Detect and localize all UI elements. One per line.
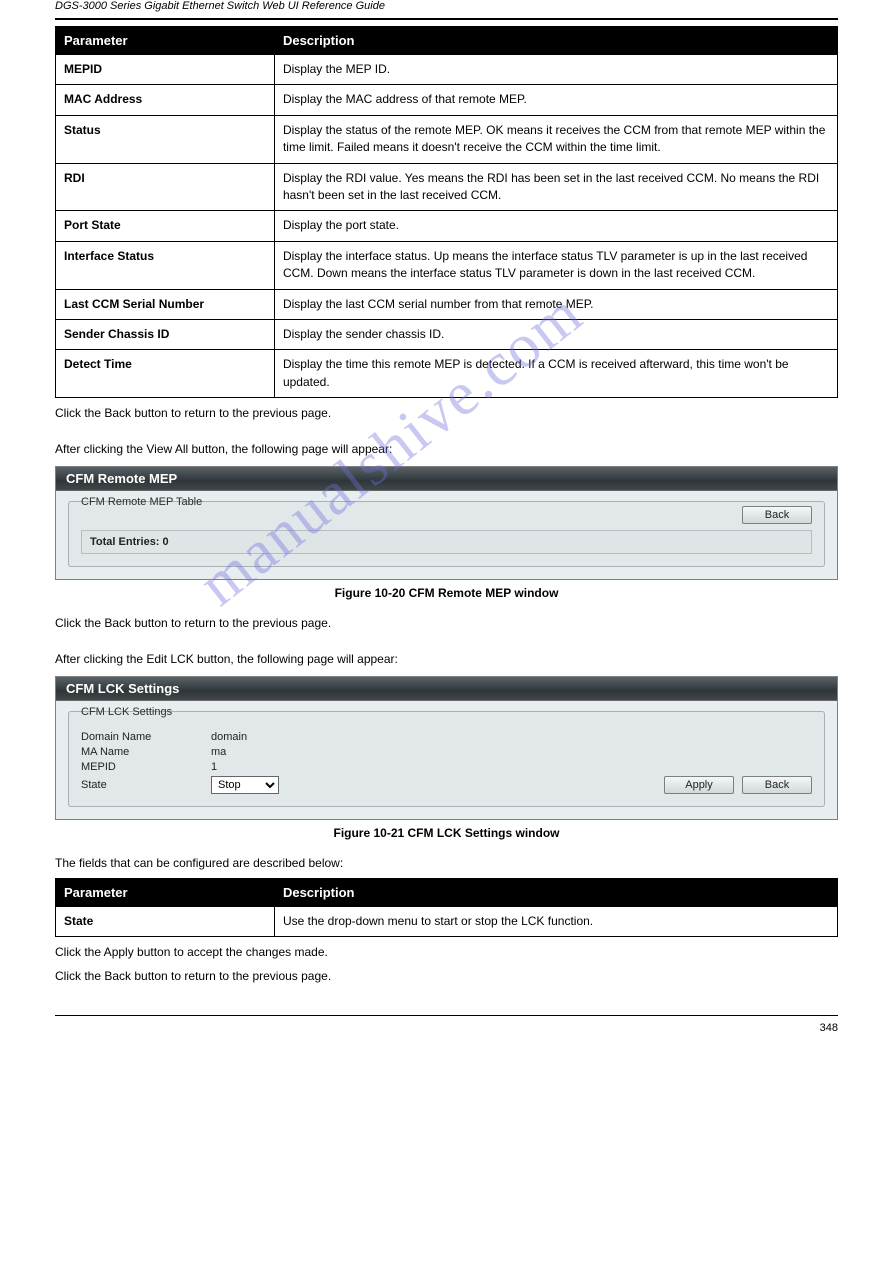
text-back-1: Click the Back button to return to the p… <box>55 404 838 422</box>
text-back-3: Click the Back button to return to the p… <box>55 967 838 985</box>
table-row: Sender Chassis IDDisplay the sender chas… <box>56 319 838 349</box>
cfm-remote-mep-panel: CFM Remote MEP CFM Remote MEP Table Back… <box>55 466 838 580</box>
figure-caption-2: Figure 10-21 CFM LCK Settings window <box>55 826 838 840</box>
text-back-2: Click the Back button to return to the p… <box>55 614 838 632</box>
state-select[interactable]: Stop <box>211 776 279 794</box>
table-row: Port StateDisplay the port state. <box>56 211 838 241</box>
domain-name-label: Domain Name <box>81 731 211 743</box>
back-button[interactable]: Back <box>742 506 812 524</box>
table-row: RDIDisplay the RDI value. Yes means the … <box>56 163 838 211</box>
total-entries: Total Entries: 0 <box>81 530 812 554</box>
table-row: StatusDisplay the status of the remote M… <box>56 115 838 163</box>
domain-name-value: domain <box>211 731 247 743</box>
fieldset-legend: CFM Remote MEP Table <box>77 496 206 508</box>
ma-name-value: ma <box>211 746 226 758</box>
fieldset-legend: CFM LCK Settings <box>77 706 176 718</box>
text-fields-described: The fields that can be configured are de… <box>55 854 838 872</box>
parameter-table-2: Parameter Description StateUse the drop-… <box>55 878 838 937</box>
apply-button[interactable]: Apply <box>664 776 734 794</box>
table-row: MAC AddressDisplay the MAC address of th… <box>56 85 838 115</box>
mepid-value: 1 <box>211 761 217 773</box>
col-parameter: Parameter <box>56 879 275 907</box>
text-edit-lck: After clicking the Edit LCK button, the … <box>55 650 838 668</box>
table-row: Last CCM Serial NumberDisplay the last C… <box>56 289 838 319</box>
mepid-label: MEPID <box>81 761 211 773</box>
cfm-lck-settings-panel: CFM LCK Settings CFM LCK Settings Domain… <box>55 676 838 820</box>
panel-title: CFM LCK Settings <box>56 677 837 701</box>
table-row: StateUse the drop-down menu to start or … <box>56 907 838 937</box>
header-left: DGS-3000 Series Gigabit Ethernet Switch … <box>55 0 385 12</box>
panel-title: CFM Remote MEP <box>56 467 837 491</box>
back-button[interactable]: Back <box>742 776 812 794</box>
parameter-table-1: Parameter Description MEPIDDisplay the M… <box>55 26 838 398</box>
col-description: Description <box>274 879 837 907</box>
state-label: State <box>81 779 211 791</box>
page-number: 348 <box>0 1022 893 1034</box>
figure-caption-1: Figure 10-20 CFM Remote MEP window <box>55 586 838 600</box>
table-row: Interface StatusDisplay the interface st… <box>56 241 838 289</box>
table-row: Detect TimeDisplay the time this remote … <box>56 350 838 398</box>
table-row: MEPIDDisplay the MEP ID. <box>56 55 838 85</box>
ma-name-label: MA Name <box>81 746 211 758</box>
col-parameter: Parameter <box>56 27 275 55</box>
text-view-all: After clicking the View All button, the … <box>55 440 838 458</box>
col-description: Description <box>274 27 837 55</box>
text-apply: Click the Apply button to accept the cha… <box>55 943 838 961</box>
